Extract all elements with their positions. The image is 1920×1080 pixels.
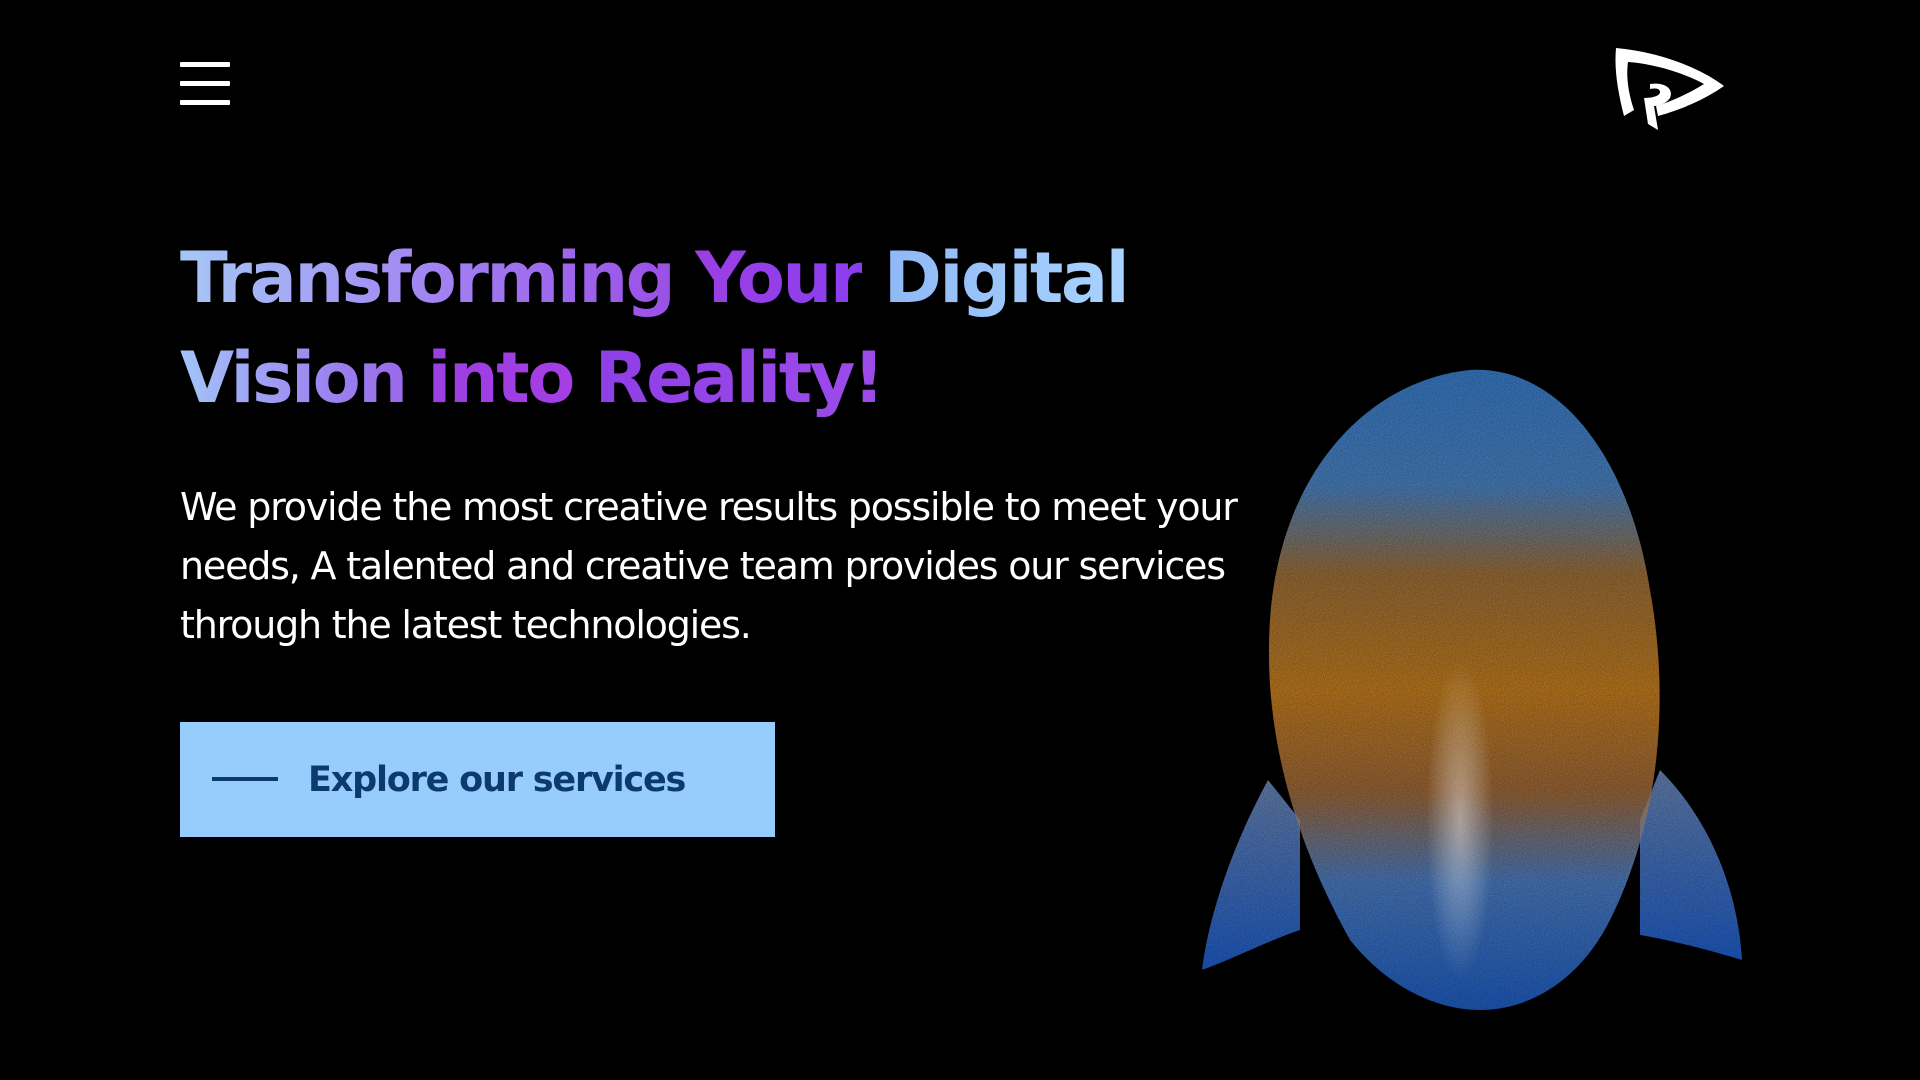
brand-logo-icon (1615, 48, 1724, 130)
brand-logo-link[interactable] (1600, 40, 1730, 136)
menu-button[interactable] (178, 58, 232, 114)
hamburger-menu-icon-bar (180, 100, 230, 105)
headline-line-2: Vision into Reality! (180, 328, 1220, 428)
headline-line-1: Transforming Your Digital (180, 228, 1220, 328)
explore-services-button[interactable]: Explore our services (180, 722, 775, 837)
hero-description: We provide the most creative results pos… (180, 485, 1238, 647)
dash-line-icon (212, 777, 278, 781)
hero-headline: Transforming Your Digital Vision into Re… (180, 228, 1220, 428)
explore-services-label: Explore our services (308, 760, 686, 800)
hamburger-menu-icon (180, 62, 230, 67)
headline-word: into (427, 337, 575, 419)
hamburger-menu-icon-bar (180, 81, 230, 86)
headline-word: Transforming (180, 237, 676, 319)
headline-word: Reality! (594, 337, 885, 419)
headline-word: Your (695, 237, 864, 319)
headline-word: Digital (883, 237, 1130, 319)
rocket-illustration (1202, 369, 1742, 1010)
headline-word: Vision (180, 337, 408, 419)
